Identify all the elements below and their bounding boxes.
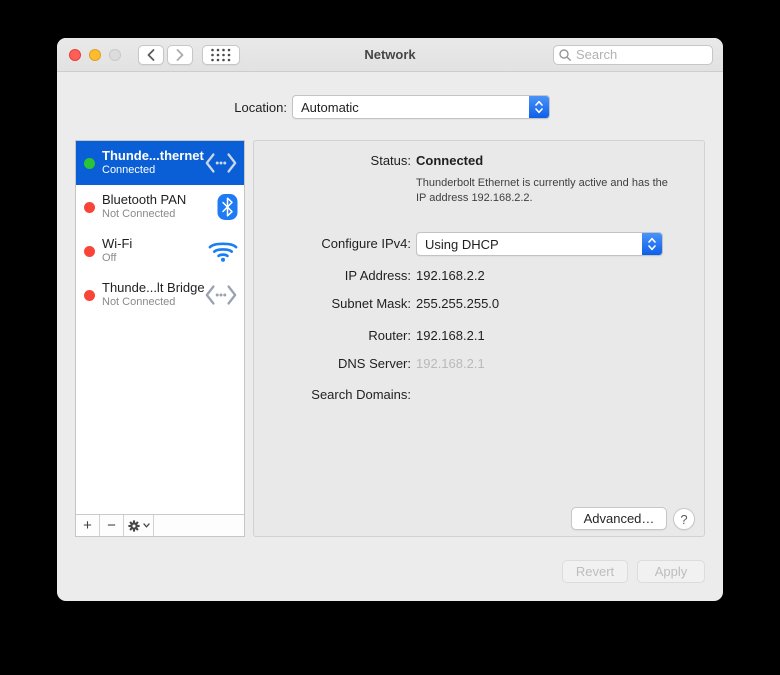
traffic-lights (69, 48, 121, 61)
configure-ipv4-popup[interactable]: Using DHCP (416, 232, 663, 256)
remove-service-button[interactable]: − (100, 515, 124, 536)
status-dot (84, 289, 95, 301)
subnet-mask-label: Subnet Mask: (331, 296, 412, 311)
thunderbolt-bridge-icon (204, 283, 238, 307)
back-button[interactable] (138, 44, 164, 65)
actions-bar-filler (154, 515, 244, 536)
list-item-wifi[interactable]: Wi-Fi Off (76, 229, 244, 273)
status-dot (84, 157, 95, 169)
status-row: Status: Connected (254, 153, 484, 168)
revert-button[interactable]: Revert (562, 560, 628, 583)
location-value: Automatic (301, 99, 359, 115)
router-label: Router: (368, 328, 411, 343)
configure-ipv4-label: Configure IPv4: (321, 236, 411, 251)
search-field-wrap (553, 44, 713, 65)
subnet-mask-value: 255.255.255.0 (416, 296, 500, 311)
gear-icon (128, 519, 140, 532)
dns-server-label: DNS Server: (338, 356, 411, 371)
configure-ipv4-value: Using DHCP (425, 236, 499, 252)
help-button[interactable]: ? (673, 508, 695, 530)
service-name: Thunde...thernet (102, 148, 204, 163)
service-status: Off (102, 252, 117, 265)
service-name: Thunde...lt Bridge (102, 280, 205, 295)
service-actions-bar: + − (76, 514, 244, 536)
search-domains-row: Search Domains: (254, 387, 416, 402)
advanced-button[interactable]: Advanced… (571, 507, 667, 530)
title-bar: Network (57, 38, 723, 72)
search-domains-label: Search Domains: (311, 387, 411, 402)
search-input[interactable] (553, 44, 713, 65)
configure-ipv4-row: Configure IPv4: (254, 232, 411, 256)
chevron-right-icon (176, 48, 184, 61)
search-icon (559, 48, 572, 61)
wifi-icon (208, 240, 238, 263)
status-dot (84, 245, 95, 257)
ip-address-value: 192.168.2.2 (416, 268, 485, 283)
services-list: Thunde...thernet Connected Bluetooth PAN… (75, 140, 245, 537)
add-service-button[interactable]: + (76, 515, 100, 536)
zoom-button-disabled (109, 48, 121, 61)
location-popup[interactable]: Automatic (292, 95, 550, 119)
minimize-button[interactable] (89, 48, 101, 61)
connection-details-panel: Status: Connected Thunderbolt Ethernet i… (253, 140, 705, 537)
ip-address-row: IP Address: 192.168.2.2 (254, 268, 485, 283)
thunderbolt-ethernet-icon (204, 151, 238, 175)
bluetooth-icon (217, 194, 238, 221)
chevron-down-icon (143, 523, 150, 528)
dns-server-value: 192.168.2.1 (416, 356, 485, 371)
list-item-thunderbolt-bridge[interactable]: Thunde...lt Bridge Not Connected (76, 273, 244, 317)
list-item-bluetooth-pan[interactable]: Bluetooth PAN Not Connected (76, 185, 244, 229)
dns-server-row: DNS Server: 192.168.2.1 (254, 356, 485, 371)
show-all-button[interactable] (202, 44, 240, 65)
status-dot (84, 201, 95, 213)
router-value: 192.168.2.1 (416, 328, 485, 343)
chevron-left-icon (147, 48, 155, 61)
apply-button[interactable]: Apply (637, 560, 705, 583)
router-row: Router: 192.168.2.1 (254, 328, 485, 343)
service-name: Bluetooth PAN (102, 192, 187, 207)
list-item-thunderbolt-ethernet[interactable]: Thunde...thernet Connected (76, 141, 244, 185)
location-label: Location: (234, 100, 287, 115)
action-menu-button[interactable] (124, 515, 154, 536)
service-status: Not Connected (102, 296, 176, 309)
stepper-icon (529, 96, 549, 118)
ip-address-label: IP Address: (344, 268, 411, 283)
show-all-icon (211, 48, 231, 61)
forward-button[interactable] (167, 44, 193, 65)
service-status: Not Connected (102, 208, 176, 221)
service-status: Connected (102, 164, 156, 177)
status-value: Connected (416, 153, 484, 168)
network-preferences-window: Network Location: Automatic Thunde...the… (57, 38, 723, 601)
status-label: Status: (370, 153, 411, 168)
status-description: Thunderbolt Ethernet is currently active… (416, 177, 668, 204)
service-name: Wi-Fi (102, 236, 133, 251)
subnet-mask-row: Subnet Mask: 255.255.255.0 (254, 296, 500, 311)
close-button[interactable] (69, 48, 81, 61)
stepper-icon (642, 233, 662, 255)
